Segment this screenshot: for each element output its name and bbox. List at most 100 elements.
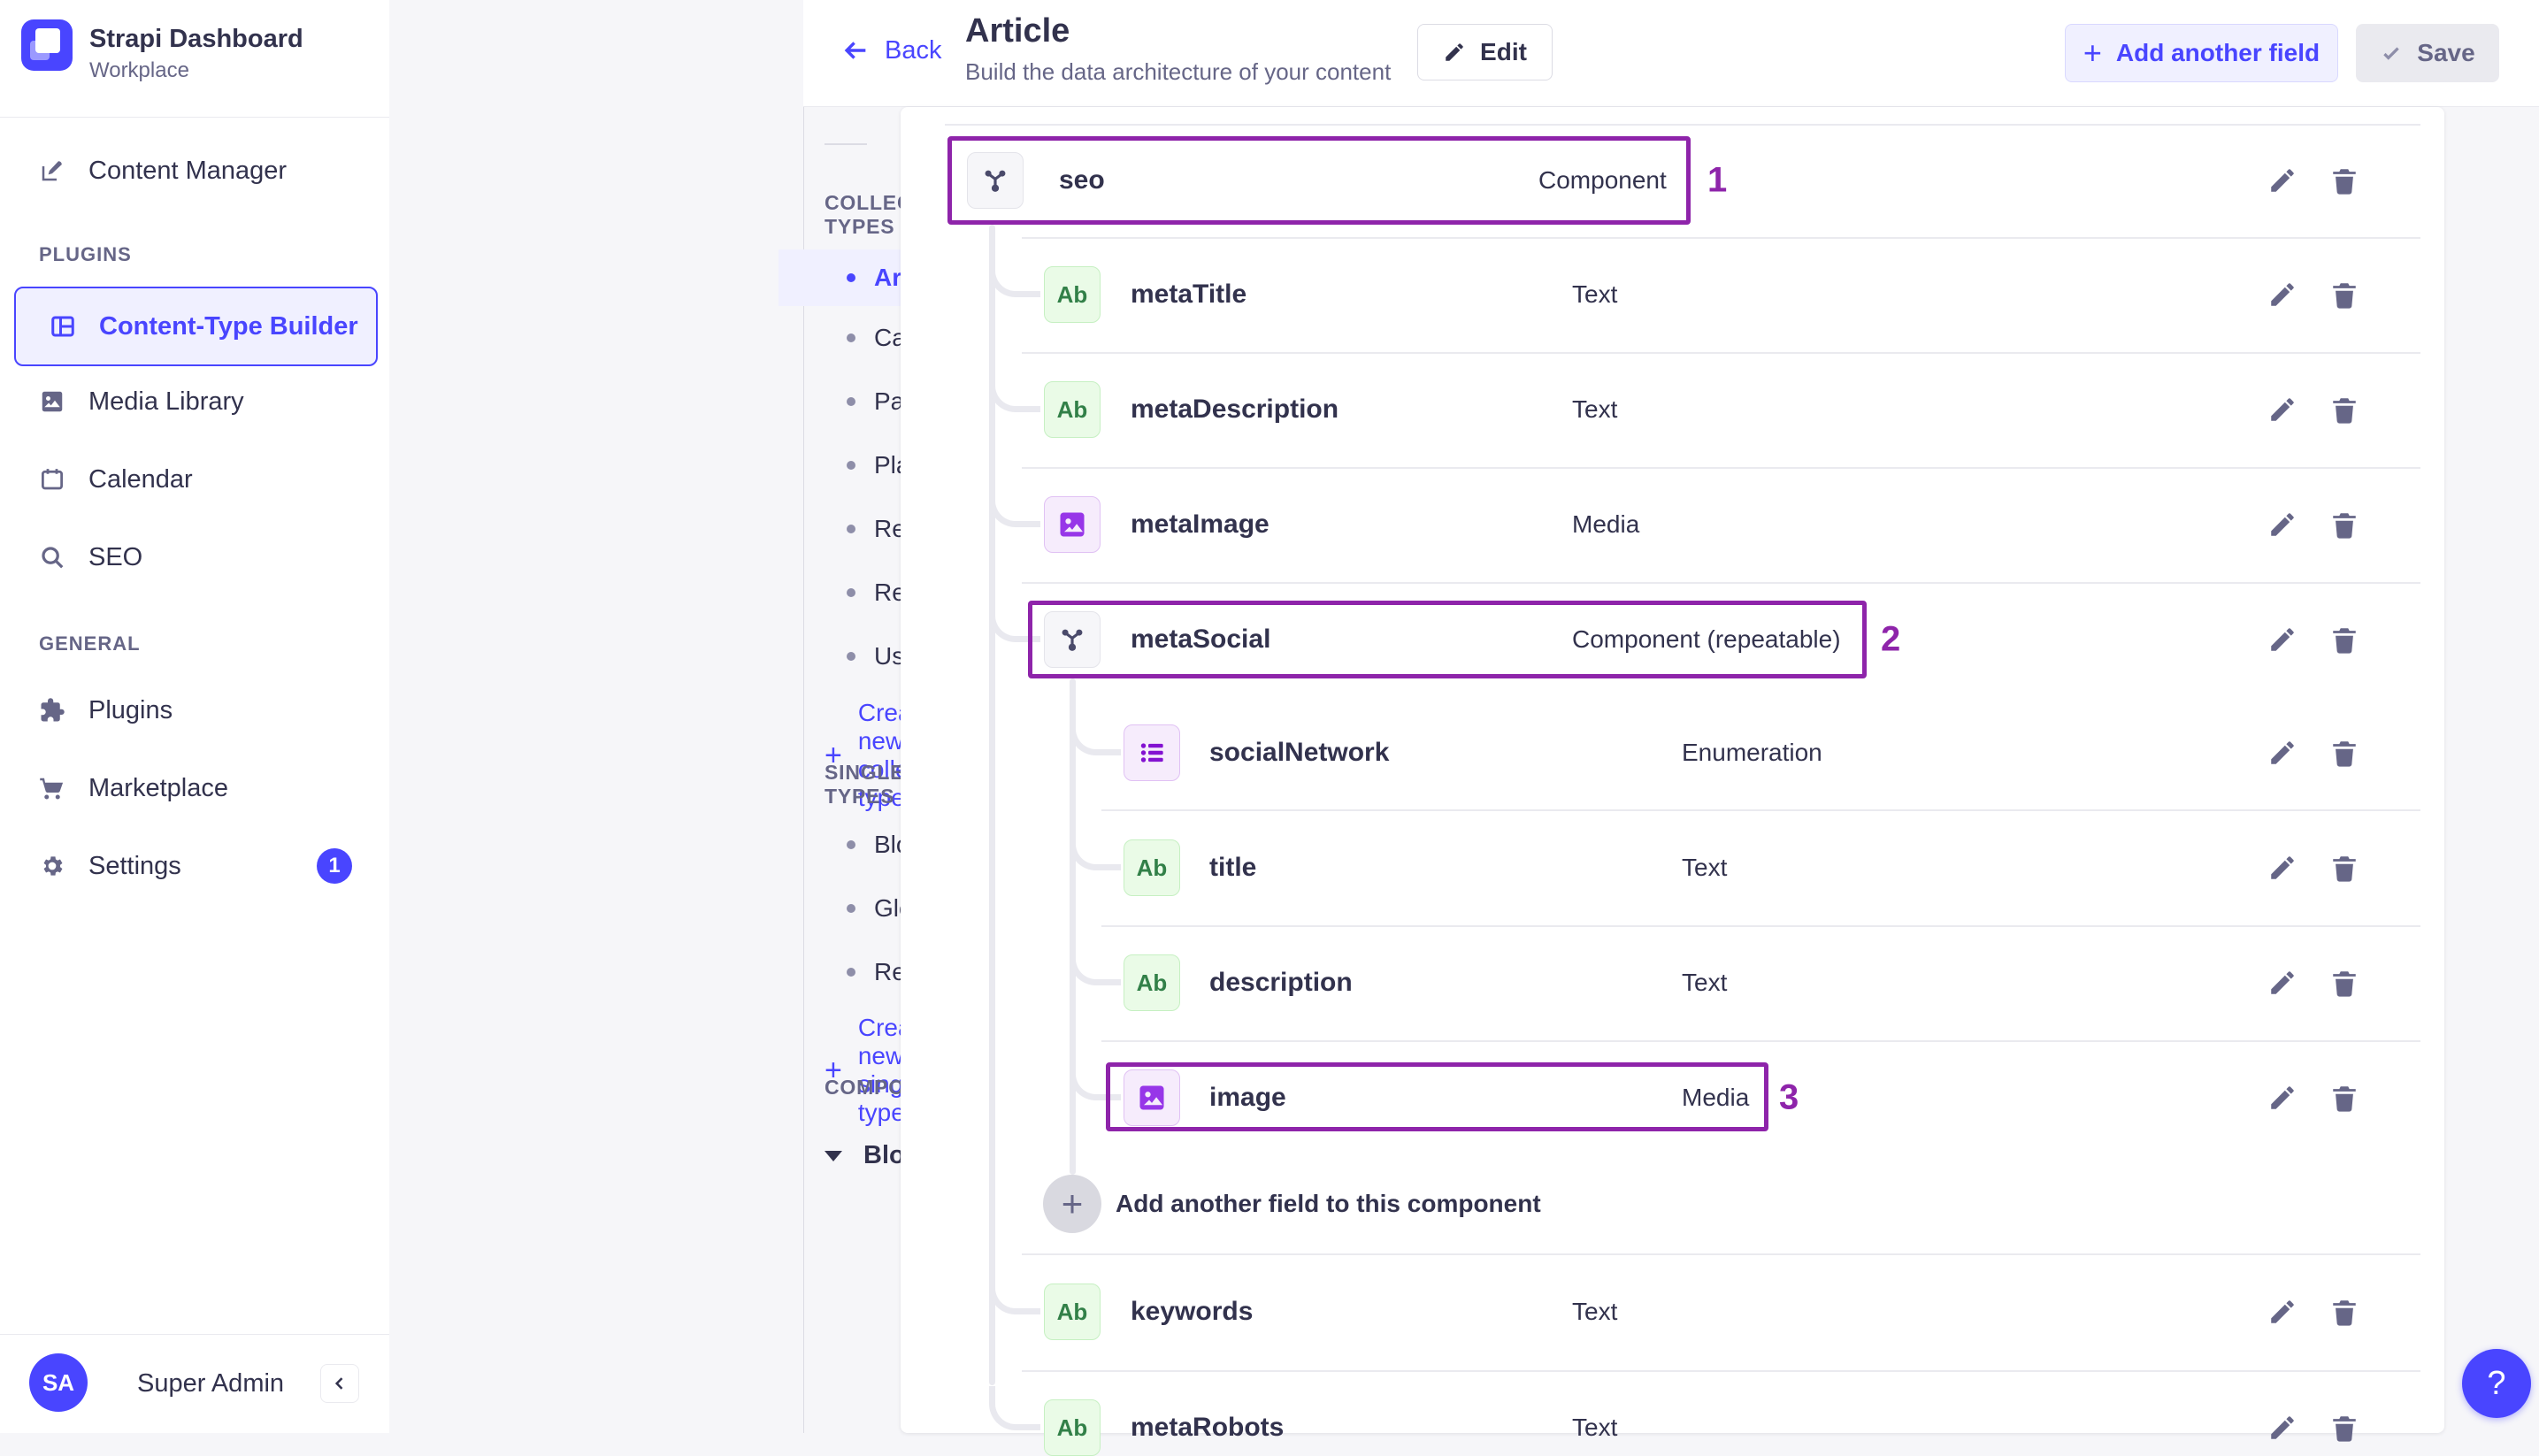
delete-field-button-meta-title[interactable] [2325, 275, 2364, 314]
edit-label: Edit [1480, 38, 1527, 65]
strapi-logo [21, 19, 73, 71]
edit-field-button-meta-social[interactable] [2263, 620, 2302, 659]
sidebar-item-label: Content Manager [88, 156, 288, 185]
page-title: Article [965, 12, 1070, 50]
sidebar-item-seo[interactable]: SEO [0, 518, 389, 596]
page-header: Back Article Build the data architecture… [803, 0, 2539, 107]
nav-section-plugins: PLUGINS [39, 243, 132, 265]
delete-field-button-meta-description[interactable] [2325, 390, 2364, 429]
media-field-icon [1044, 496, 1101, 553]
row-divider [1022, 582, 2420, 584]
divider [0, 1334, 389, 1335]
sidebar-item-marketplace[interactable]: Marketplace [0, 749, 389, 827]
tree-elbow [989, 368, 1040, 412]
field-type: Enumeration [1682, 739, 1822, 766]
delete-field-button-meta-robots[interactable] [2325, 1408, 2364, 1447]
main-sidebar: Strapi Dashboard Workplace Content Manag… [0, 0, 390, 1433]
bullet-icon [847, 840, 855, 849]
text-field-icon: Ab [1124, 954, 1180, 1011]
settings-notification-badge: 1 [317, 848, 352, 884]
bullet-icon [847, 333, 855, 342]
row-divider [1101, 925, 2420, 927]
chevron-down-icon [825, 1150, 842, 1161]
field-type: Text [1572, 280, 1618, 308]
sidebar-item-media-library[interactable]: Media Library [0, 363, 389, 441]
delete-field-button-description[interactable] [2325, 963, 2364, 1002]
delete-field-button-meta-image[interactable] [2325, 505, 2364, 544]
pencil-icon [1446, 43, 1463, 61]
bullet-icon [847, 968, 855, 977]
edit-field-button-keywords[interactable] [2263, 1292, 2302, 1331]
sidebar-item-label: Settings [88, 851, 181, 880]
help-button[interactable]: ? [2462, 1349, 2531, 1418]
sidebar-item-label: Media Library [88, 387, 244, 416]
app-title: Strapi Dashboard [89, 25, 303, 53]
tree-elbow [989, 483, 1040, 527]
sidebar-item-content-manager[interactable]: Content Manager [0, 132, 389, 210]
edit-field-button-image[interactable] [2263, 1078, 2302, 1117]
gear-icon [43, 856, 63, 876]
field-type: Text [1682, 854, 1728, 881]
field-name: socialNetwork [1209, 738, 1390, 767]
annotation-number-3: 3 [1779, 1077, 1799, 1117]
row-divider [1022, 352, 2420, 354]
plus-icon: + [2083, 34, 2102, 71]
avatar[interactable]: SA [29, 1353, 88, 1412]
check-icon [2383, 47, 2400, 60]
annotation-number-2: 2 [1881, 619, 1901, 659]
field-type: Media [1572, 510, 1640, 538]
edit-field-button-seo[interactable] [2263, 161, 2302, 200]
sidebar-item-calendar[interactable]: Calendar [0, 441, 389, 518]
edit-field-button-title[interactable] [2263, 848, 2302, 887]
tree-elbow [1070, 826, 1121, 870]
annotation-box-2 [1028, 601, 1867, 678]
add-another-field-button[interactable]: + Add another field [2065, 24, 2338, 82]
back-link[interactable]: Back [840, 35, 941, 65]
field-name: metaTitle [1131, 280, 1247, 309]
sidebar-item-label: Marketplace [88, 773, 228, 802]
collapse-sidebar-button[interactable] [320, 1364, 359, 1403]
field-name: metaImage [1131, 510, 1270, 539]
back-label: Back [885, 35, 942, 65]
cart-icon [40, 778, 64, 800]
row-divider [1022, 1370, 2420, 1372]
add-field-label: Add another field [2115, 39, 2320, 66]
divider [825, 143, 867, 145]
delete-field-button-seo[interactable] [2325, 161, 2364, 200]
field-type: Text [1572, 1414, 1618, 1441]
tree-elbow [989, 1386, 1040, 1430]
save-button[interactable]: Save [2356, 24, 2499, 82]
edit-button[interactable]: Edit [1417, 24, 1553, 80]
row-divider [1101, 1040, 2420, 1042]
bullet-icon [847, 525, 855, 533]
sidebar-item-content-type-builder[interactable]: Content-Type Builder [14, 287, 378, 366]
strapi-logo-glyph-shadow [30, 41, 50, 60]
edit-field-button-description[interactable] [2263, 963, 2302, 1002]
tree-line [1070, 678, 1076, 1175]
edit-field-button-meta-image[interactable] [2263, 505, 2302, 544]
content-type-builder-panel: Content-Type Builder COLLECTION TYPES 7 … [389, 0, 1193, 1433]
bullet-icon [847, 461, 855, 470]
text-field-icon: Ab [1044, 1284, 1101, 1340]
text-field-icon: Ab [1044, 381, 1101, 438]
edit-field-button-meta-title[interactable] [2263, 275, 2302, 314]
layout-grid-icon [51, 316, 74, 337]
edit-field-button-meta-robots[interactable] [2263, 1408, 2302, 1447]
delete-field-button-social-network[interactable] [2325, 733, 2364, 772]
annotation-box-1 [947, 136, 1691, 225]
edit-field-button-meta-description[interactable] [2263, 390, 2302, 429]
edit-field-button-social-network[interactable] [2263, 733, 2302, 772]
delete-field-button-keywords[interactable] [2325, 1292, 2364, 1331]
text-field-icon: Ab [1124, 839, 1180, 896]
bullet-icon [847, 397, 855, 406]
save-label: Save [2417, 39, 2475, 66]
divider [0, 117, 389, 118]
row-divider [1022, 467, 2420, 469]
puzzle-icon [41, 698, 65, 722]
annotation-box-3 [1106, 1062, 1768, 1131]
delete-field-button-meta-social[interactable] [2325, 620, 2364, 659]
sidebar-item-plugins[interactable]: Plugins [0, 671, 389, 749]
add-field-to-component-button[interactable]: + [1043, 1175, 1101, 1233]
delete-field-button-image[interactable] [2325, 1078, 2364, 1117]
delete-field-button-title[interactable] [2325, 848, 2364, 887]
